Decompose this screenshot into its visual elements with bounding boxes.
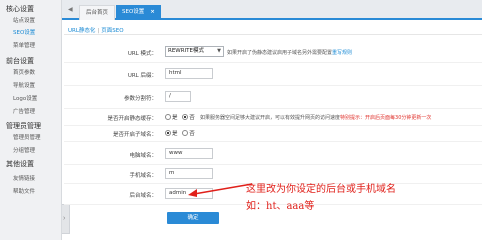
sidebar-item-ad-manage[interactable]: 广告管理 <box>0 108 50 117</box>
url-suffix-label: URL 后缀： <box>127 73 157 79</box>
sidebar-item-help-files[interactable]: 帮助文件 <box>0 188 50 197</box>
annotation-line-2: 如：ht、aaa等 <box>246 201 315 212</box>
sidebar-item-nav-settings[interactable]: 导航设置 <box>0 82 50 91</box>
chevron-right-icon: › <box>63 215 66 222</box>
close-icon[interactable]: × <box>150 9 155 15</box>
sidebar-collapse-handle[interactable]: › <box>62 204 70 234</box>
pc-domain-input[interactable]: www <box>165 148 213 159</box>
tab-home[interactable]: 后台首页 <box>79 5 116 20</box>
static-cache-yes-radio[interactable] <box>165 114 171 120</box>
tab-seo-label: SEO设置 <box>122 9 145 15</box>
sidebar-group-admins[interactable]: 管理员管理 <box>0 121 50 131</box>
pc-domain-label: 电脑域名： <box>129 153 157 159</box>
sidebar-item-menu-manage[interactable]: 菜单管理 <box>0 42 50 51</box>
url-suffix-input[interactable]: html <box>165 68 213 79</box>
sidebar-item-logo-settings[interactable]: Logo设置 <box>0 95 50 104</box>
chevron-left-icon[interactable]: ◀ <box>68 6 73 13</box>
row-divider <box>64 108 482 109</box>
admin-domain-label: 后台域名： <box>129 193 157 199</box>
content-divider <box>64 34 482 35</box>
static-cache-label: 是否开启静态缓存： <box>107 116 157 122</box>
rewrite-rules-link[interactable]: 重写规则 <box>332 50 352 56</box>
url-mode-value: REWRITE模式 <box>168 48 205 54</box>
sidebar-group-frontend[interactable]: 前台设置 <box>0 56 50 66</box>
row-divider <box>64 125 482 126</box>
subdomain-yes-radio[interactable] <box>165 130 171 136</box>
static-cache-no-radio[interactable] <box>182 114 189 120</box>
static-cache-yes-label[interactable]: 是 <box>172 115 178 121</box>
breadcrumb: URL静态化 | 页面SEO <box>68 26 124 34</box>
sidebar-item-group-manage[interactable]: 分组管理 <box>0 147 50 156</box>
static-cache-warning: 特别提示：开启后页面每30分钟更新一次 <box>340 115 432 121</box>
subdomain-label: 是否开启子域名： <box>112 132 157 138</box>
mobile-domain-label: 手机域名： <box>129 173 157 179</box>
sidebar-group-other[interactable]: 其他设置 <box>0 159 50 169</box>
row-divider <box>64 62 482 63</box>
sidebar-item-home-params[interactable]: 首页参数 <box>0 69 50 78</box>
row-divider <box>64 164 482 165</box>
url-mode-hint: 如果开启了伪静态建议启用子域名另外需要配置重写规则 <box>227 49 352 56</box>
url-mode-select[interactable]: REWRITE模式 ▼ <box>165 46 224 57</box>
row-divider <box>64 141 482 142</box>
sidebar-item-friend-links[interactable]: 友情链接 <box>0 175 50 184</box>
mobile-domain-input[interactable]: m <box>165 168 213 179</box>
chevron-down-icon: ▼ <box>217 48 221 54</box>
static-cache-hint-text: 如果服务器空间足够大建议开启，可以有效提升网页的访问速度 <box>200 115 341 121</box>
param-separator-label: 参数分割符： <box>123 96 157 102</box>
tab-seo[interactable]: SEO设置 × <box>116 5 161 20</box>
url-mode-hint-text: 如果开启了伪静态建议启用子域名另外需要配置 <box>227 50 333 56</box>
row-divider <box>64 85 482 86</box>
sidebar-item-admin-manage[interactable]: 管理员管理 <box>0 134 50 143</box>
confirm-button[interactable]: 确定 <box>167 212 219 224</box>
subdomain-no-label[interactable]: 否 <box>189 131 195 137</box>
static-cache-no-label[interactable]: 否 <box>189 115 195 121</box>
static-cache-hint: 如果服务器空间足够大建议开启，可以有效提升网页的访问速度特别提示：开启后页面每3… <box>200 114 431 121</box>
subdomain-radio-group: 是 否 <box>165 129 195 137</box>
sidebar-item-site-settings[interactable]: 站点设置 <box>0 17 50 26</box>
sidebar: 核心设置 站点设置 SEO设置 菜单管理 前台设置 首页参数 导航设置 Logo… <box>0 0 62 240</box>
sidebar-group-core[interactable]: 核心设置 <box>0 4 50 14</box>
sidebar-item-seo-settings[interactable]: SEO设置 <box>0 29 50 38</box>
static-cache-radio-group: 是 否 <box>165 113 195 121</box>
annotation-line-1: 这里改为你设定的后台或手机域名 <box>246 184 396 195</box>
subdomain-yes-label[interactable]: 是 <box>172 131 178 137</box>
url-mode-label: URL 模式： <box>127 51 157 57</box>
subdomain-no-radio[interactable] <box>182 130 189 136</box>
param-separator-input[interactable]: / <box>165 91 191 102</box>
